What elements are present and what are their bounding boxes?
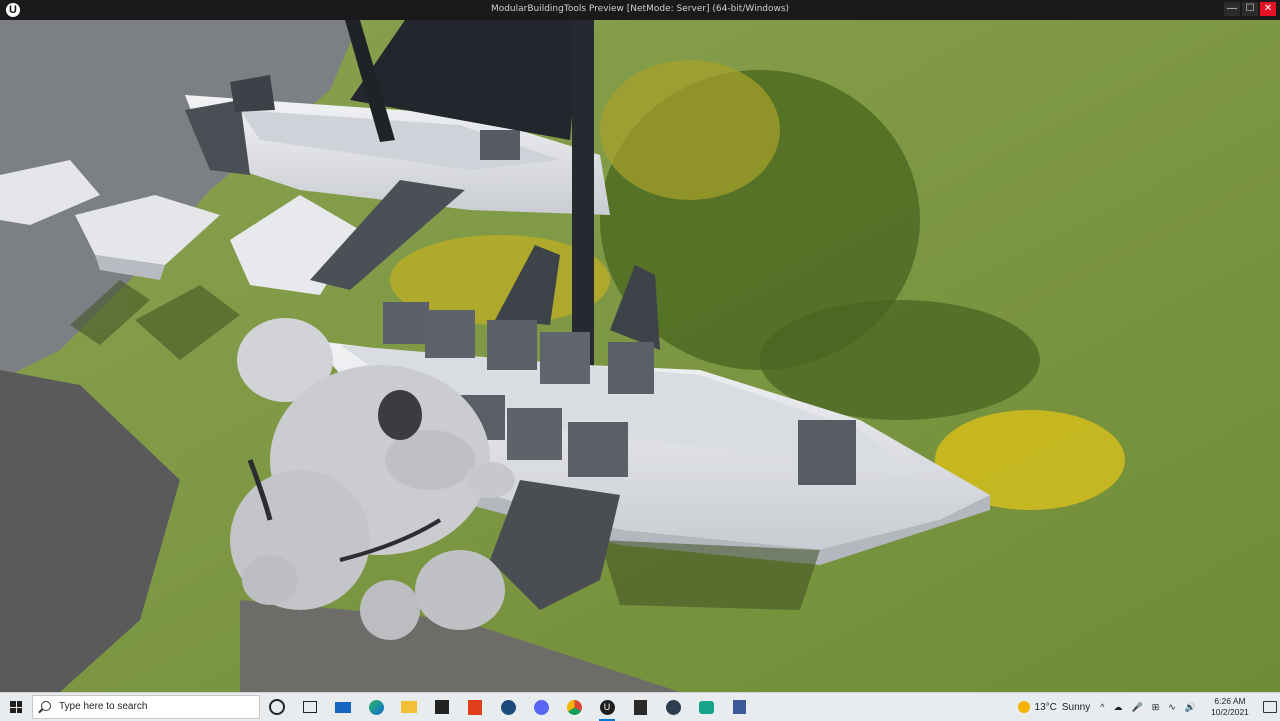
weather-temp: 13°C xyxy=(1034,701,1057,713)
window-title-bar: U ModularBuildingTools Preview [NetMode:… xyxy=(0,0,1280,20)
volume-icon[interactable]: 🔊 xyxy=(1185,702,1196,713)
notification-center-button[interactable] xyxy=(1260,693,1280,721)
system-tray: 13°C Sunny ^ ☁ 🎤 ⊞ ∿ 🔊 6:26 AM 10/2/2021 xyxy=(1017,693,1280,721)
file-explorer-icon[interactable] xyxy=(398,696,420,718)
store-icon[interactable] xyxy=(431,696,453,718)
notification-icon xyxy=(1263,701,1277,713)
taskbar-pinned-apps: U xyxy=(266,696,750,721)
network-icon[interactable]: ∿ xyxy=(1168,702,1176,713)
app-icon[interactable] xyxy=(728,696,750,718)
sun-icon xyxy=(1017,701,1030,713)
window-title: ModularBuildingTools Preview [NetMode: S… xyxy=(490,4,790,14)
taskbar-search-box[interactable]: Type here to search xyxy=(32,695,260,719)
steam-icon[interactable] xyxy=(497,696,519,718)
tray-icons: ^ ☁ 🎤 ⊞ ∿ 🔊 xyxy=(1100,702,1196,713)
cortana-icon[interactable] xyxy=(266,696,288,718)
start-button[interactable] xyxy=(0,693,32,721)
mail-icon[interactable] xyxy=(332,696,354,718)
maximize-button[interactable]: ☐ xyxy=(1242,2,1258,16)
clock-time: 6:26 AM xyxy=(1214,696,1246,706)
minimize-button[interactable]: — xyxy=(1224,2,1240,16)
game-viewport[interactable] xyxy=(0,20,1280,692)
weather-condition: Sunny xyxy=(1061,701,1091,713)
game-scene xyxy=(0,20,1280,692)
microphone-icon[interactable]: 🎤 xyxy=(1131,702,1142,713)
search-placeholder: Type here to search xyxy=(59,701,148,712)
chat-icon[interactable] xyxy=(695,696,717,718)
chrome-icon[interactable] xyxy=(563,696,585,718)
clock-date: 10/2/2021 xyxy=(1211,707,1249,717)
epic-games-icon[interactable] xyxy=(629,696,651,718)
search-icon xyxy=(41,701,51,711)
window-controls: — ☐ ✕ xyxy=(1224,2,1276,16)
taskbar-clock[interactable]: 6:26 AM 10/2/2021 xyxy=(1206,696,1254,718)
task-view-icon[interactable] xyxy=(299,696,321,718)
discord-icon[interactable] xyxy=(530,696,552,718)
obs-icon[interactable] xyxy=(662,696,684,718)
show-hidden-icons-icon[interactable]: ^ xyxy=(1100,702,1104,713)
windows-logo-icon xyxy=(10,701,22,713)
display-icon[interactable]: ⊞ xyxy=(1152,702,1160,713)
onedrive-icon[interactable]: ☁ xyxy=(1113,702,1122,713)
weather-widget[interactable]: 13°C Sunny xyxy=(1017,701,1091,713)
close-button[interactable]: ✕ xyxy=(1260,2,1276,16)
office-icon[interactable] xyxy=(464,696,486,718)
edge-icon[interactable] xyxy=(365,696,387,718)
windows-taskbar: Type here to search U 13°C Sunny ^ ☁ 🎤 ⊞… xyxy=(0,692,1280,721)
unreal-icon[interactable]: U xyxy=(596,696,618,721)
